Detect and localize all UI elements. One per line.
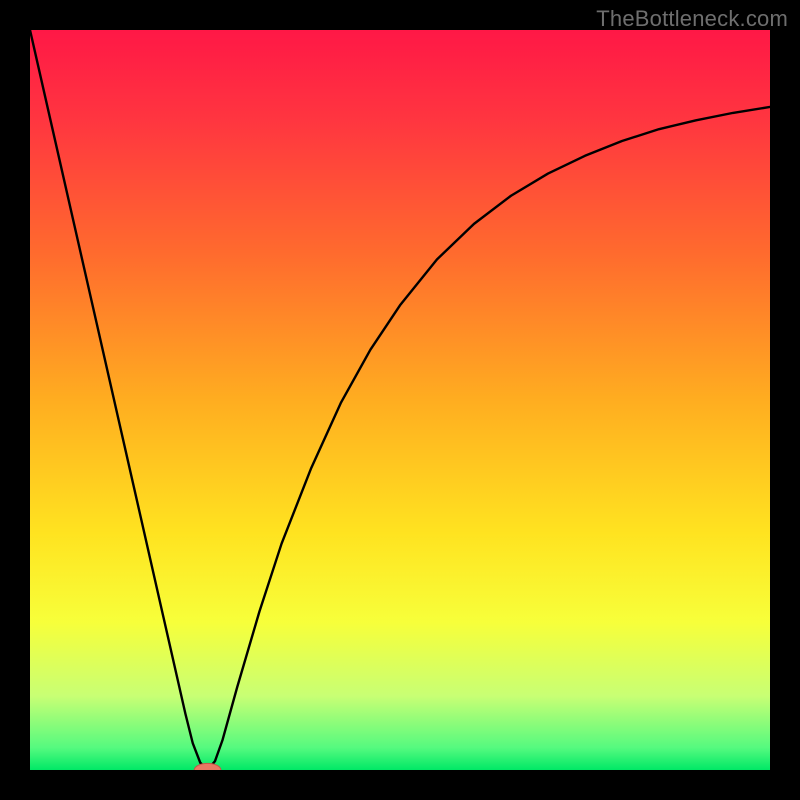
watermark-text: TheBottleneck.com: [596, 6, 788, 32]
chart-container: TheBottleneck.com: [0, 0, 800, 800]
gradient-background: [30, 30, 770, 770]
plot-area: [30, 30, 770, 770]
